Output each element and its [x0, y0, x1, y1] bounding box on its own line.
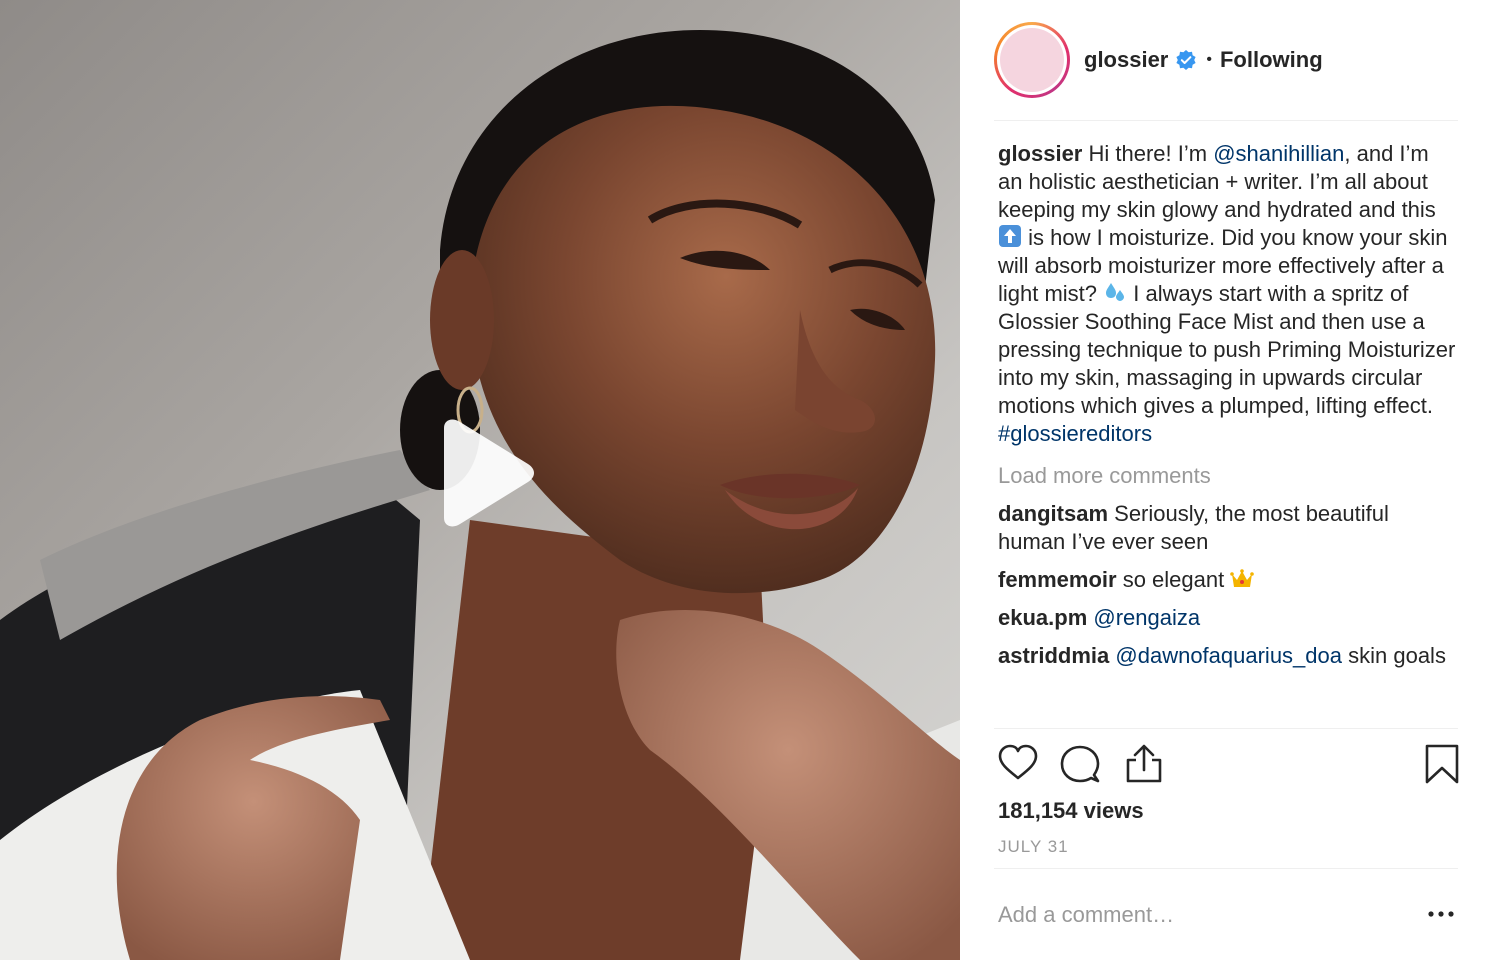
comment-item: astriddmia @dawnofaquarius_doa skin goal…: [998, 642, 1458, 670]
actions-divider: [994, 728, 1458, 729]
bookmark-icon[interactable]: [1422, 744, 1462, 784]
comment-input-divider: [994, 868, 1458, 869]
comment-text: skin goals: [1342, 643, 1446, 668]
separator-dot: •: [1206, 51, 1212, 68]
comment-icon[interactable]: [1060, 744, 1100, 784]
add-comment-input[interactable]: [998, 900, 1378, 930]
more-options-icon[interactable]: [1426, 904, 1456, 924]
avatar[interactable]: [994, 22, 1070, 98]
comment-item: dangitsam Seriously, the most beautiful …: [998, 500, 1458, 556]
comment-text: so elegant: [1116, 567, 1231, 592]
sweat-droplets-emoji-icon: [1106, 283, 1125, 301]
post-sidebar: glossier • Following glossier Hi there! …: [960, 0, 1496, 960]
header-divider: [994, 120, 1458, 121]
view-count[interactable]: 181,154 views: [998, 798, 1144, 824]
comment-mention[interactable]: @rengaiza: [1093, 605, 1200, 630]
instagram-post: glossier • Following glossier Hi there! …: [0, 0, 1496, 960]
video-player[interactable]: [0, 0, 960, 960]
caption-mention[interactable]: @shanihillian: [1213, 141, 1344, 166]
caption-username[interactable]: glossier: [998, 141, 1082, 166]
play-icon[interactable]: [432, 418, 536, 528]
post-date: JULY 31: [998, 837, 1069, 856]
share-icon[interactable]: [1124, 744, 1164, 784]
up-arrow-emoji-icon: [999, 225, 1021, 247]
comment-item: ekua.pm @rengaiza: [998, 604, 1458, 632]
verified-badge-icon: [1176, 50, 1196, 70]
avatar-inner-ring: [997, 25, 1067, 95]
load-more-comments-button[interactable]: Load more comments: [998, 462, 1458, 490]
comment-username[interactable]: dangitsam: [998, 501, 1108, 526]
comment-mention[interactable]: @dawnofaquarius_doa: [1115, 643, 1342, 668]
comment-username[interactable]: ekua.pm: [998, 605, 1087, 630]
crown-emoji-icon: [1230, 569, 1255, 587]
comments-section: glossier Hi there! I’m @shanihillian, an…: [998, 140, 1458, 670]
caption: glossier Hi there! I’m @shanihillian, an…: [998, 140, 1458, 448]
caption-text-1: Hi there! I’m: [1082, 141, 1214, 166]
header-username[interactable]: glossier: [1084, 47, 1168, 73]
caption-hashtag[interactable]: #glossiereditors: [998, 421, 1152, 446]
comment-username[interactable]: astriddmia: [998, 643, 1109, 668]
comment-username[interactable]: femmemoir: [998, 567, 1117, 592]
comment-item: femmemoir so elegant: [998, 566, 1458, 594]
following-button[interactable]: Following: [1220, 47, 1323, 73]
avatar-image: [1000, 28, 1064, 92]
post-header: glossier • Following: [994, 22, 1458, 98]
heart-icon[interactable]: [998, 744, 1038, 784]
action-bar: [998, 744, 1459, 788]
